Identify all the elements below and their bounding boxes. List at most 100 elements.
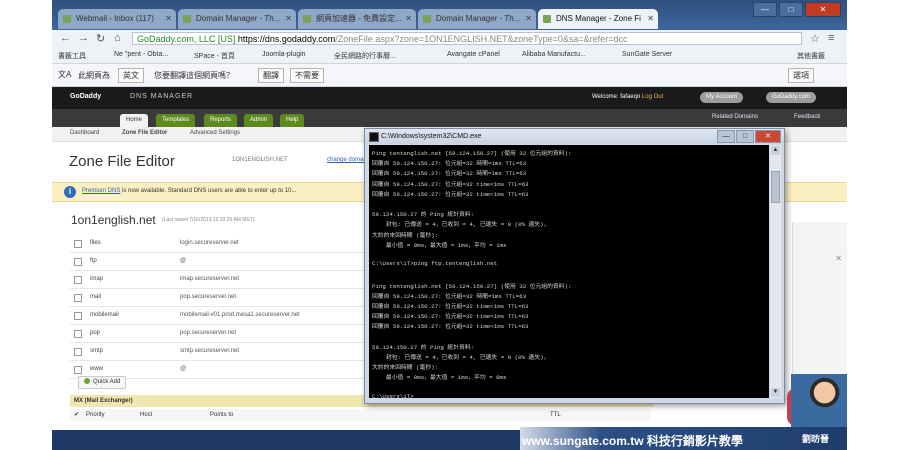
record-host: mail [90,294,102,300]
table-row[interactable]: ftp @ [70,253,370,271]
table-row[interactable]: files login.secureserver.net [70,235,370,253]
feedback-link[interactable]: Feedback [794,114,820,120]
tab-help[interactable]: Help [280,114,305,127]
col-host[interactable]: Host [140,409,152,421]
close-window-icon[interactable]: ✕ [805,2,841,17]
url-path: /ZoneFile.aspx?zone=1ON1ENGLISH.NET&zone… [335,34,628,44]
maximize-icon[interactable]: □ [779,2,803,17]
close-icon[interactable]: ✕ [525,9,532,29]
tab-home[interactable]: Home [120,114,149,127]
bookmark-item[interactable]: 書籤工具 [58,51,86,61]
row-checkbox[interactable] [74,330,82,338]
last-saved: (Last saved 7/16/2013 12:33:25 AM MST) [162,217,255,223]
bookmark-item[interactable]: SPace - 首頁 [194,51,235,61]
godaddy-site-button[interactable]: GoDaddy.com [766,92,816,103]
cmd-title: C:\Windows\system32\CMD.exe [381,133,482,140]
logout-link[interactable]: Log Out [642,94,663,100]
browser-tab[interactable]: Domain Manager - Th... ✕ [178,9,296,29]
row-checkbox[interactable] [74,312,82,320]
cmd-window[interactable]: C:\Windows\system32\CMD.exe — □ ✕ Ping t… [364,128,785,404]
maximize-icon[interactable]: □ [736,130,754,143]
address-bar[interactable]: GoDaddy.com, LLC [US] https://dns.godadd… [132,32,802,45]
row-checkbox[interactable] [74,276,82,284]
home-icon[interactable]: ⌂ [114,32,121,44]
notice-body: is now available. Standard DNS users are… [120,188,297,194]
cmd-output-line: 59.124.150.27 的 Ping 統計資料: [372,343,475,351]
cmd-output-line: 回覆自 59.124.150.27: 位元組=32 time<1ms TTL=6… [372,303,529,310]
tab-templates[interactable]: Templates [156,114,196,127]
related-domains-link[interactable]: Related Domains [712,114,758,120]
table-row[interactable]: mail pop.secureserver.net [70,289,370,307]
scroll-thumb[interactable] [771,171,780,203]
reload-icon[interactable]: ↻ [96,32,105,45]
close-icon[interactable]: ✕ [405,9,412,29]
row-checkbox[interactable] [74,366,82,374]
browser-tab[interactable]: Webmail - Inbox (117) ✕ [58,9,176,29]
mx-table-header: ✔ Priority Host Points to TTL [70,409,650,421]
close-icon[interactable]: ✕ [285,9,292,29]
godaddy-logo[interactable]: GoDaddy [70,93,101,100]
browser-tab[interactable]: 網頁加速器 - 免費設定... ✕ [298,9,416,29]
wrench-icon[interactable]: ≡ [828,32,834,44]
subnav-advanced-settings[interactable]: Advanced Settings [190,130,240,136]
table-row[interactable]: imap imap.secureserver.net [70,271,370,289]
bookmark-item[interactable]: 全民網路的行事曆... [334,51,396,61]
col-points-to[interactable]: Points to [210,409,233,421]
minimize-icon[interactable]: — [753,2,777,17]
language-select[interactable]: 英文 [118,68,144,83]
record-host: mobilemail [90,312,119,318]
row-checkbox[interactable] [74,258,82,266]
col-ttl[interactable]: TTL [550,409,561,421]
url-security-label: GoDaddy.com, LLC [US] [137,34,236,44]
bookmark-item[interactable]: Joomla-plugin [262,51,306,58]
change-domain-link[interactable]: change domain [327,157,368,163]
browser-tab[interactable]: Domain Manager - Th... ✕ [418,9,536,29]
bookmark-item[interactable]: SunGate Server [622,51,672,58]
record-points-to: pop.secureserver.net [180,294,237,300]
row-checkbox[interactable] [74,240,82,248]
tab-admin[interactable]: Admin [244,114,274,127]
star-icon[interactable]: ☆ [810,32,820,45]
scroll-down-icon[interactable]: ▼ [771,388,780,397]
bookmark-item[interactable]: Ne "pent - Obta... [114,51,168,58]
domain-title: 1on1english.net [71,213,156,227]
scroll-up-icon[interactable]: ▲ [771,146,780,155]
close-icon[interactable]: ✕ [835,254,842,263]
cmd-scrollbar[interactable]: ▲ ▼ [770,145,781,398]
no-translate-button[interactable]: 不需要 [290,68,324,83]
quick-add-button[interactable]: Quick Add [78,376,127,389]
cmd-output-line: 59.124.150.27 的 Ping 統計資料: [372,211,475,219]
close-icon[interactable]: ✕ [647,9,654,29]
col-priority[interactable]: Priority [86,409,105,421]
premium-dns-link[interactable]: Premium DNS [82,188,120,194]
close-icon[interactable]: ✕ [755,130,781,143]
forward-icon[interactable]: → [78,32,89,44]
browser-tab-active[interactable]: DNS Manager - Zone Fi ✕ [538,9,658,29]
close-icon[interactable]: ✕ [165,9,172,29]
back-icon[interactable]: ← [60,32,71,44]
bookmark-item[interactable]: Avangate cPanel [447,51,500,58]
record-host: ftp [90,258,97,264]
welcome-text: Welcome: fafaeqo Log Out [592,94,663,100]
tab-favicon-icon [303,15,311,23]
table-row[interactable]: smtp smtp.secureserver.net [70,343,370,361]
select-all-checkbox[interactable]: ✔ [74,409,79,421]
tab-reports[interactable]: Reports [204,114,238,127]
subnav-dashboard[interactable]: Dashboard [70,130,99,136]
my-account-button[interactable]: My Account [700,92,744,103]
cmd-title-bar[interactable]: C:\Windows\system32\CMD.exe — □ ✕ [365,129,784,144]
translate-options-button[interactable]: 選項 [788,68,814,83]
minimize-icon[interactable]: — [717,130,735,143]
cmd-output-line: 最小值 = 0ms，最大值 = 1ms，平均 = 1ms [372,241,507,249]
row-checkbox[interactable] [74,348,82,356]
tab-label: Webmail - Inbox (117) [76,14,154,23]
bookmark-item[interactable]: Alibaba Manufactu... [522,51,586,58]
subnav-zone-file-editor[interactable]: Zone File Editor [122,130,167,136]
row-checkbox[interactable] [74,294,82,302]
record-points-to: @ [180,258,187,264]
bookmark-other[interactable]: 其他書籤 [797,51,825,61]
translate-button[interactable]: 翻譯 [258,68,284,83]
table-row[interactable]: mobilemail mobilemail-v01.prod.mesa1.secu… [70,307,370,325]
cmd-console[interactable]: Ping tentenglish.net [59.124.150.27] (使用… [369,145,769,398]
table-row[interactable]: pop pop.secureserver.net [70,325,370,343]
